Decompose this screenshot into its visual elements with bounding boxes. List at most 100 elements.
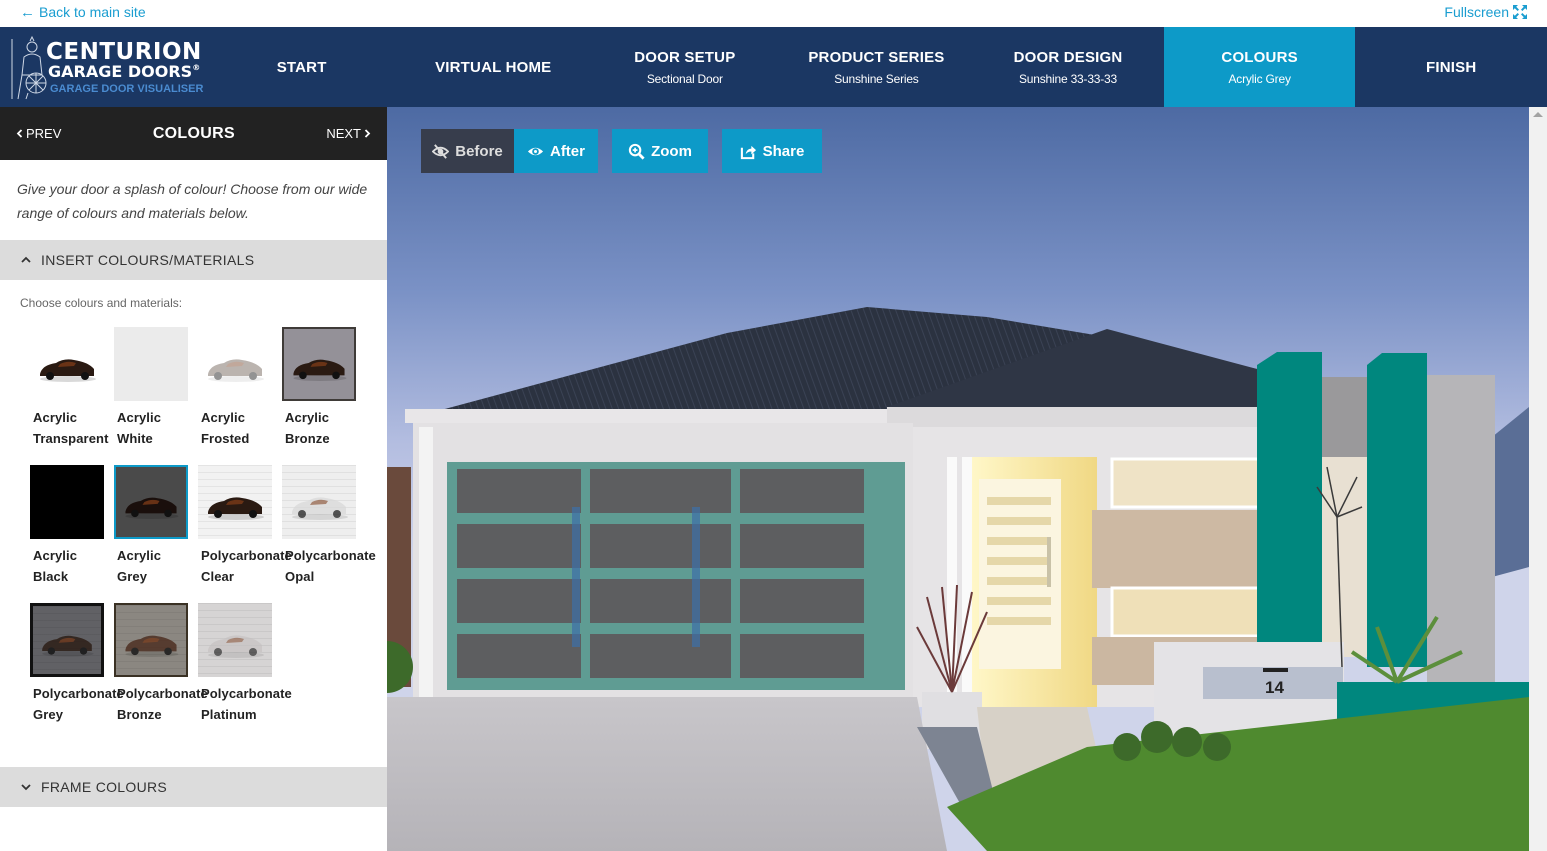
driveway	[387, 697, 947, 851]
fullscreen-label: Fullscreen	[1444, 4, 1509, 20]
material-swatch	[30, 603, 104, 677]
material-swatch	[30, 465, 104, 539]
material-tile-polycarbonate-platinum[interactable]: Polycarbonate Platinum	[197, 603, 292, 741]
nav-step-door-design[interactable]: DOOR DESIGN Sunshine 33-33-33	[972, 27, 1164, 107]
car-preview-icon	[292, 497, 348, 520]
material-tile-polycarbonate-grey[interactable]: Polycarbonate Grey	[29, 603, 124, 741]
material-tile-polycarbonate-bronze[interactable]: Polycarbonate Bronze	[113, 603, 208, 741]
main-nav: CENTURION GARAGE DOORS® GARAGE DOOR VISU…	[0, 27, 1547, 107]
material-swatch	[30, 327, 104, 401]
material-tile-acrylic-grey[interactable]: Acrylic Grey	[113, 465, 197, 603]
material-type: Polycarbonate	[285, 548, 376, 563]
car-preview-icon	[42, 635, 94, 657]
material-tile-acrylic-bronze[interactable]: Acrylic Bronze	[281, 327, 365, 465]
chevron-right-icon	[364, 129, 371, 138]
frame-colours-section-toggle[interactable]: FRAME COLOURS	[0, 767, 387, 807]
material-colour: Grey	[33, 707, 64, 722]
material-colour: Opal	[285, 569, 315, 584]
registered-mark: ®	[192, 63, 201, 72]
nav-steps: START VIRTUAL HOME DOOR SETUP Sectional Doo…	[206, 27, 1547, 107]
material-swatch	[282, 327, 356, 401]
car-preview-icon	[208, 635, 264, 658]
material-tile-polycarbonate-opal[interactable]: Polycarbonate Opal	[281, 465, 376, 603]
nav-step-title: COLOURS	[1221, 48, 1298, 66]
top-utility-bar: ← Back to main site Fullscreen	[0, 0, 1547, 27]
frame-colours-section-label: FRAME COLOURS	[41, 779, 168, 795]
material-label: Acrylic Transparent	[33, 407, 109, 449]
front-door	[979, 479, 1061, 669]
centurion-logo[interactable]: CENTURION GARAGE DOORS® GARAGE DOOR VISU…	[0, 27, 206, 107]
material-tile-polycarbonate-clear[interactable]: Polycarbonate Clear	[197, 465, 292, 603]
share-button[interactable]: Share	[722, 129, 822, 173]
feature-wall-left	[1257, 352, 1322, 647]
material-colour: Bronze	[285, 431, 330, 446]
material-type: Polycarbonate	[201, 548, 292, 563]
material-swatch	[282, 465, 356, 539]
zoom-label: Zoom	[651, 142, 692, 160]
feature-wall-right	[1367, 353, 1427, 667]
back-link-label: Back to main site	[39, 4, 146, 20]
material-label: Polycarbonate Opal	[285, 545, 376, 587]
nav-step-colours[interactable]: COLOURS Acrylic Grey	[1163, 27, 1356, 107]
scroll-up-arrow-icon[interactable]	[1533, 112, 1543, 117]
material-colour: Bronze	[117, 707, 162, 722]
material-colour: Clear	[201, 569, 235, 584]
material-label: Polycarbonate Grey	[33, 683, 124, 725]
material-type: Acrylic	[33, 410, 78, 425]
nav-step-selection: Sectional Door	[646, 71, 723, 86]
nav-step-finish[interactable]: FINISH	[1355, 27, 1547, 107]
material-type: Polycarbonate	[33, 686, 124, 701]
material-tile-acrylic-frosted[interactable]: Acrylic Frosted	[197, 327, 281, 465]
car-preview-icon	[40, 359, 96, 382]
chevron-down-icon	[21, 784, 31, 791]
porch-column	[962, 457, 972, 697]
material-tile-acrylic-white[interactable]: Acrylic White	[113, 327, 197, 465]
next-label: NEXT	[326, 126, 361, 141]
material-type: Polycarbonate	[117, 686, 208, 701]
fullscreen-button[interactable]: Fullscreen	[1444, 4, 1527, 20]
car-preview-icon	[293, 359, 347, 382]
viewer-scrollbar[interactable]	[1529, 107, 1547, 851]
house-number: 14	[1265, 678, 1284, 697]
material-label: Acrylic Bronze	[285, 407, 330, 449]
material-swatch	[198, 327, 272, 401]
material-colour: Frosted	[201, 431, 250, 446]
prev-button[interactable]: PREV	[16, 126, 61, 141]
material-tile-acrylic-black[interactable]: Acrylic Black	[29, 465, 113, 603]
material-type: Acrylic	[285, 410, 330, 425]
material-colour: Grey	[117, 569, 148, 584]
insert-colours-section-toggle[interactable]: INSERT COLOURS/MATERIALS	[0, 240, 387, 280]
material-type: Polycarbonate	[201, 686, 292, 701]
garage-pillar	[419, 427, 433, 697]
back-to-main-site-link[interactable]: ← Back to main site	[20, 4, 146, 20]
share-icon	[740, 145, 756, 159]
material-label: Acrylic Frosted	[201, 407, 249, 449]
nav-step-door-setup[interactable]: DOOR SETUP Sectional Door	[589, 27, 781, 107]
house-visualiser-viewer[interactable]: 14 Before After Zoom Share	[387, 107, 1529, 851]
material-colour: White	[117, 431, 153, 446]
material-colour: Black	[33, 569, 69, 584]
grey-wall	[1322, 377, 1367, 457]
viewer-toolbar: Before After Zoom Share	[421, 129, 822, 173]
material-type: Acrylic	[33, 548, 78, 563]
sidebar-header: PREV COLOURS NEXT	[0, 107, 387, 160]
next-button[interactable]: NEXT	[326, 126, 371, 141]
garage-door	[447, 462, 905, 690]
after-button[interactable]: After	[514, 129, 598, 173]
material-type: Acrylic	[117, 410, 162, 425]
material-swatch	[198, 465, 272, 539]
car-preview-icon	[208, 497, 264, 520]
nav-step-title: VIRTUAL HOME	[435, 58, 552, 76]
nav-step-start[interactable]: START	[206, 27, 398, 107]
nav-step-product-series[interactable]: PRODUCT SERIES Sunshine Series	[781, 27, 973, 107]
nav-step-virtual-home[interactable]: VIRTUAL HOME	[397, 27, 589, 107]
zoom-button[interactable]: Zoom	[612, 129, 708, 173]
nav-step-title: FINISH	[1426, 58, 1477, 76]
insert-colours-section-label: INSERT COLOURS/MATERIALS	[41, 252, 255, 268]
material-swatch	[114, 603, 188, 677]
before-button[interactable]: Before	[421, 129, 514, 173]
grey-block-right	[1427, 375, 1495, 725]
material-tile-acrylic-transparent[interactable]: Acrylic Transparent	[29, 327, 113, 465]
porch-fascia	[887, 407, 1259, 427]
before-label: Before	[455, 142, 503, 160]
